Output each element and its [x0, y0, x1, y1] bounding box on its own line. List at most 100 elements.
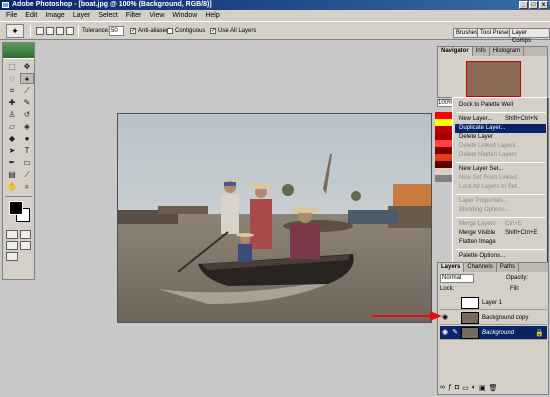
maximize-button[interactable]: □: [529, 1, 538, 9]
document-canvas[interactable]: [117, 113, 432, 323]
add-selection-mode-button[interactable]: [46, 27, 54, 35]
contiguous-label: Contiguous: [175, 28, 206, 34]
menu-item-merge-layers[interactable]: Merge Layers Ctrl+E: [455, 220, 546, 229]
add-layer-style-icon[interactable]: ƒ: [448, 384, 452, 392]
menu-item-dock-to-palette-well[interactable]: Dock to Palette Well: [455, 101, 546, 110]
menu-help[interactable]: Help: [201, 10, 223, 21]
lasso-tool-icon[interactable]: ◌: [5, 73, 19, 84]
menu-image[interactable]: Image: [41, 10, 68, 21]
menu-filter[interactable]: Filter: [122, 10, 146, 21]
close-button[interactable]: x: [539, 1, 548, 9]
new-layer-icon[interactable]: ▣: [479, 384, 486, 392]
magic-wand-tool-preset-icon[interactable]: ✦: [6, 24, 24, 38]
type-tool-icon[interactable]: T: [20, 145, 34, 156]
layer-link-icon[interactable]: [451, 299, 459, 307]
layer-thumbnail: [461, 327, 479, 339]
contiguous-checkbox[interactable]: [167, 28, 173, 34]
tab-histogram[interactable]: Histogram: [490, 47, 525, 56]
crop-tool-icon[interactable]: ⌗: [5, 85, 19, 96]
menu-item-duplicate-layer[interactable]: Duplicate Layer...: [455, 124, 546, 133]
history-brush-tool-icon[interactable]: ↺: [20, 109, 34, 120]
toolbox: ⬚ ✥ ◌ ✦ ⌗ ⟋ ✚ ✎ ♙ ↺ ▱ ◈ ◆ ● ➤ T ✒ ▭ ▤ ⟋ …: [2, 42, 35, 280]
menu-select[interactable]: Select: [94, 10, 121, 21]
menu-window[interactable]: Window: [168, 10, 201, 21]
zoom-tool-icon[interactable]: ⌕: [20, 181, 34, 192]
visibility-eye-icon[interactable]: [441, 299, 449, 307]
menu-item-blending-options[interactable]: Blending Options...: [455, 206, 546, 215]
brush-tool-icon[interactable]: ✎: [20, 97, 34, 108]
layers-panel: Layers Channels Paths Normal Opacity: Lo…: [437, 262, 549, 395]
quick-mask-mode-icon[interactable]: [19, 230, 31, 239]
blur-tool-icon[interactable]: ◆: [5, 133, 19, 144]
paint-bucket-tool-icon[interactable]: ◈: [20, 121, 34, 132]
tolerance-input[interactable]: 50: [109, 26, 124, 36]
layer-row-layer-1[interactable]: Layer 1: [440, 296, 547, 310]
new-set-icon[interactable]: ▭: [462, 384, 469, 392]
tab-info[interactable]: Info: [473, 47, 490, 56]
menu-item-delete-hidden-layers[interactable]: Delete Hidden Layers: [455, 151, 546, 160]
menu-edit[interactable]: Edit: [21, 10, 41, 21]
menu-item-new-layer-set[interactable]: New Layer Set...: [455, 165, 546, 174]
healing-brush-tool-icon[interactable]: ✚: [5, 97, 19, 108]
palette-well-layer-comps-tab[interactable]: Layer Comps: [509, 28, 550, 44]
navigator-thumbnail[interactable]: [466, 61, 521, 97]
pen-tool-icon[interactable]: ✒: [5, 157, 19, 168]
notes-tool-icon[interactable]: ▤: [5, 169, 19, 180]
tab-navigator[interactable]: Navigator: [438, 47, 473, 56]
dodge-tool-icon[interactable]: ●: [20, 133, 34, 144]
add-layer-mask-icon[interactable]: ◘: [455, 384, 459, 392]
anti-aliased-checkbox[interactable]: ✓: [130, 28, 136, 34]
toolbox-separator: [5, 196, 32, 197]
tab-layers[interactable]: Layers: [438, 263, 465, 272]
lock-label: Lock:: [440, 286, 455, 292]
menu-file[interactable]: File: [2, 10, 21, 21]
tab-channels[interactable]: Channels: [464, 263, 497, 272]
eyedropper-tool-icon[interactable]: ⟋: [20, 169, 34, 180]
magic-wand-tool-icon[interactable]: ✦: [20, 73, 34, 84]
new-adjustment-layer-icon[interactable]: ◐: [472, 384, 476, 392]
tab-paths[interactable]: Paths: [497, 263, 520, 272]
minimize-button[interactable]: _: [519, 1, 528, 9]
new-selection-mode-button[interactable]: [36, 27, 44, 35]
menu-item-palette-options[interactable]: Palette Options...: [455, 252, 546, 261]
clone-stamp-tool-icon[interactable]: ♙: [5, 109, 19, 120]
menu-item-delete-linked-layers[interactable]: Delete Linked Layers: [455, 142, 546, 151]
menu-item-layer-properties[interactable]: Layer Properties...: [455, 197, 546, 206]
layer-link-icon[interactable]: [451, 314, 459, 322]
menu-item-flatten-image[interactable]: Flatten Image: [455, 238, 546, 247]
boat-photo: [118, 114, 431, 322]
delete-layer-icon[interactable]: 🗑: [489, 384, 498, 392]
screen-mode-standard-icon[interactable]: [6, 241, 18, 250]
slice-tool-icon[interactable]: ⟋: [20, 85, 34, 96]
foreground-color-swatch[interactable]: [9, 201, 23, 215]
menu-item-lock-all-layers-in-set[interactable]: Lock All Layers In Set...: [455, 183, 546, 192]
menu-item-merge-visible[interactable]: Merge Visible Shift+Ctrl+E: [455, 229, 546, 238]
move-tool-icon[interactable]: ✥: [20, 61, 34, 72]
menu-layer[interactable]: Layer: [69, 10, 95, 21]
subtract-selection-mode-button[interactable]: [56, 27, 64, 35]
menu-item-new-set-from-linked[interactable]: New Set From Linked...: [455, 174, 546, 183]
screen-mode-full-icon[interactable]: [19, 241, 31, 250]
standard-mode-icon[interactable]: [6, 230, 18, 239]
layer-thumbnail: [461, 297, 479, 309]
shape-tool-icon[interactable]: ▭: [20, 157, 34, 168]
intersect-selection-mode-button[interactable]: [66, 27, 74, 35]
visibility-eye-icon[interactable]: ◉: [441, 329, 449, 337]
use-all-layers-checkbox[interactable]: ✓: [210, 28, 216, 34]
blend-mode-select[interactable]: Normal: [440, 274, 474, 283]
menu-item-new-layer[interactable]: New Layer... Shift+Ctrl+N: [455, 115, 546, 124]
hand-tool-icon[interactable]: ✋: [5, 181, 19, 192]
menu-view[interactable]: View: [145, 10, 168, 21]
layer-name[interactable]: Background: [482, 329, 514, 337]
layer-name[interactable]: Background copy: [482, 314, 528, 322]
path-selection-tool-icon[interactable]: ➤: [5, 145, 19, 156]
marquee-tool-icon[interactable]: ⬚: [5, 61, 19, 72]
layer-name[interactable]: Layer 1: [482, 299, 502, 307]
eraser-tool-icon[interactable]: ▱: [5, 121, 19, 132]
layer-row-background[interactable]: ◉ ✎ Background 🔒: [440, 326, 547, 340]
lock-icon: 🔒: [535, 330, 544, 337]
layer-row-background-copy[interactable]: ◉ Background copy: [440, 311, 547, 325]
jump-to-imageready-icon[interactable]: [6, 252, 18, 261]
menu-item-delete-layer[interactable]: Delete Layer: [455, 133, 546, 142]
link-layers-icon[interactable]: ∞: [440, 384, 445, 392]
